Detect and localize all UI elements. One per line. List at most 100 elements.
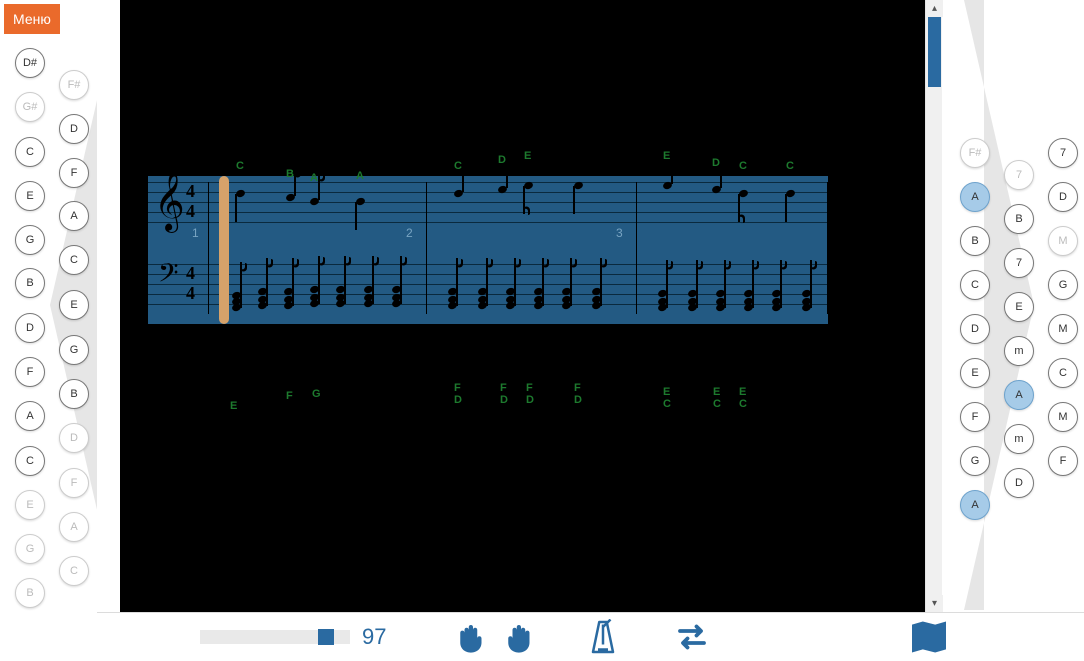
note-label: D (454, 394, 462, 406)
left-key-f[interactable]: F (59, 158, 89, 188)
left-key-a[interactable]: A (59, 201, 89, 231)
right-key-m[interactable]: m (1004, 424, 1034, 454)
treble-note (663, 182, 672, 189)
right-key-m[interactable]: M (1048, 314, 1078, 344)
left-key-b[interactable]: B (59, 379, 89, 409)
left-key-fsharp[interactable]: F# (59, 70, 89, 100)
treble-note (310, 198, 319, 205)
note-label: C (739, 160, 747, 172)
measure-number: 2 (406, 226, 413, 240)
left-key-c[interactable]: C (59, 556, 89, 586)
left-key-c[interactable]: C (15, 137, 45, 167)
left-key-f[interactable]: F (59, 468, 89, 498)
menu-button[interactable]: Меню (4, 4, 60, 34)
treble-note (739, 190, 748, 197)
measure-number: 1 (192, 226, 199, 240)
treble-note (786, 190, 795, 197)
measure-number: 3 (616, 226, 623, 240)
treble-staff (148, 182, 828, 232)
note-label: F (526, 382, 533, 394)
treble-note (524, 182, 533, 189)
note-label: F (500, 382, 507, 394)
right-key-a[interactable]: A (960, 182, 990, 212)
treble-note (454, 190, 463, 197)
right-key-c[interactable]: C (960, 270, 990, 300)
left-key-a[interactable]: A (15, 401, 45, 431)
note-label: E (524, 150, 531, 162)
note-label: F (454, 382, 461, 394)
right-key-c[interactable]: C (1048, 358, 1078, 388)
note-label: F (574, 382, 581, 394)
left-key-b[interactable]: B (15, 578, 45, 608)
hand-left-icon[interactable] (456, 619, 490, 655)
note-label: D (574, 394, 582, 406)
right-key-m[interactable]: M (1048, 402, 1078, 432)
right-key-b[interactable]: B (960, 226, 990, 256)
note-label: E (230, 400, 237, 412)
right-key-m[interactable]: m (1004, 336, 1034, 366)
note-label: C (713, 398, 721, 410)
left-key-g[interactable]: G (15, 225, 45, 255)
left-key-d[interactable]: D (15, 313, 45, 343)
barline (827, 182, 828, 314)
left-key-gsharp[interactable]: G# (15, 92, 45, 122)
tempo-thumb[interactable] (318, 629, 334, 645)
note-label: C (786, 160, 794, 172)
note-label: D (526, 394, 534, 406)
right-key-d[interactable]: D (1048, 182, 1078, 212)
right-key-d[interactable]: D (960, 314, 990, 344)
right-key-e[interactable]: E (1004, 292, 1034, 322)
scroll-thumb[interactable] (928, 17, 941, 87)
note-label: B (286, 168, 294, 180)
right-key-g[interactable]: G (960, 446, 990, 476)
hand-right-icon[interactable] (504, 619, 538, 655)
note-label: C (236, 160, 244, 172)
treble-note (286, 194, 295, 201)
right-key-a[interactable]: A (960, 490, 990, 520)
left-key-d[interactable]: D (59, 114, 89, 144)
left-key-d[interactable]: D (59, 423, 89, 453)
playhead[interactable] (219, 176, 229, 324)
right-key-g[interactable]: G (1048, 270, 1078, 300)
note-label: C (454, 160, 462, 172)
right-key-7[interactable]: 7 (1004, 160, 1034, 190)
left-key-c[interactable]: C (59, 245, 89, 275)
left-key-e[interactable]: E (15, 490, 45, 520)
right-key-7[interactable]: 7 (1048, 138, 1078, 168)
right-key-fsharp[interactable]: F# (960, 138, 990, 168)
left-key-f[interactable]: F (15, 357, 45, 387)
map-icon[interactable] (910, 620, 948, 654)
left-key-e[interactable]: E (15, 181, 45, 211)
right-key-d[interactable]: D (1004, 468, 1034, 498)
note-label: A (310, 172, 318, 184)
note-label: C (739, 398, 747, 410)
tempo-slider[interactable] (200, 630, 350, 644)
right-key-f[interactable]: F (960, 402, 990, 432)
note-label: F (286, 390, 293, 402)
right-key-b[interactable]: B (1004, 204, 1034, 234)
left-key-g[interactable]: G (15, 534, 45, 564)
loop-icon[interactable] (674, 622, 710, 652)
right-key-e[interactable]: E (960, 358, 990, 388)
scroll-down-icon[interactable]: ▾ (926, 595, 943, 612)
left-key-e[interactable]: E (59, 290, 89, 320)
right-key-m[interactable]: M (1048, 226, 1078, 256)
treble-note (712, 186, 721, 193)
left-key-c[interactable]: C (15, 446, 45, 476)
note-label: A (356, 170, 364, 182)
right-key-a[interactable]: A (1004, 380, 1034, 410)
time-sig-bass-top: 4 (186, 264, 195, 282)
right-key-7[interactable]: 7 (1004, 248, 1034, 278)
treble-note (236, 190, 245, 197)
left-key-dsharp[interactable]: D# (15, 48, 45, 78)
left-key-a[interactable]: A (59, 512, 89, 542)
left-key-b[interactable]: B (15, 268, 45, 298)
note-label: D (712, 157, 720, 169)
note-label: E (739, 386, 746, 398)
scroll-up-icon[interactable]: ▴ (926, 0, 943, 17)
score-scrollbar[interactable]: ▴ ▾ (925, 0, 942, 612)
right-key-f[interactable]: F (1048, 446, 1078, 476)
left-key-g[interactable]: G (59, 335, 89, 365)
metronome-icon[interactable] (588, 619, 618, 655)
note-label: D (498, 154, 506, 166)
